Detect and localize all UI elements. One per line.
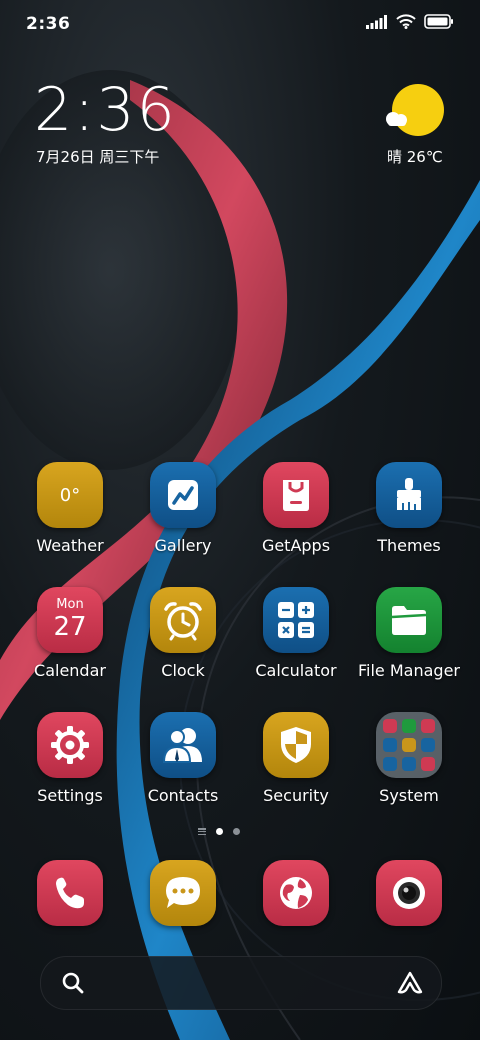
app-clock[interactable]: Clock xyxy=(128,587,238,680)
gear-icon xyxy=(37,712,103,778)
app-label: System xyxy=(379,786,439,805)
app-themes[interactable]: Themes xyxy=(354,462,464,555)
clock-widget-time[interactable]: 2:36 xyxy=(34,78,177,142)
dock-camera[interactable] xyxy=(354,860,464,926)
app-label: Security xyxy=(263,786,329,805)
wifi-icon xyxy=(396,14,416,29)
app-label: Weather xyxy=(36,536,104,555)
app-label: Calendar xyxy=(34,661,106,680)
mini-app-icon xyxy=(402,738,416,752)
mini-app-icon xyxy=(402,719,416,733)
app-security[interactable]: Security xyxy=(241,712,351,805)
signal-icon xyxy=(366,14,387,29)
app-label: Calculator xyxy=(255,661,337,680)
system-folder-icon xyxy=(376,712,442,778)
app-label: Gallery xyxy=(154,536,212,555)
page-dot-active xyxy=(216,828,223,835)
calculator-icon xyxy=(263,587,329,653)
page-indicator[interactable] xyxy=(198,828,240,835)
folder-preview-grid xyxy=(383,719,435,771)
folder-icon xyxy=(376,587,442,653)
weather-widget[interactable]: 晴 26℃ xyxy=(384,84,448,174)
mini-app-icon xyxy=(383,738,397,752)
shield-icon xyxy=(263,712,329,778)
assistant-icon[interactable] xyxy=(397,971,423,995)
dock-messages[interactable] xyxy=(128,860,238,926)
calendar-day-name: Mon xyxy=(56,597,84,612)
calendar-day-number: 27 xyxy=(53,612,87,642)
message-icon xyxy=(150,860,216,926)
weather-temp-text: 0° xyxy=(59,484,81,506)
search-bar[interactable] xyxy=(40,956,442,1010)
app-calculator[interactable]: Calculator xyxy=(241,587,351,680)
status-icons xyxy=(366,14,454,29)
status-bar: 2:36 xyxy=(0,0,480,50)
dock-phone[interactable] xyxy=(15,860,125,926)
contacts-icon xyxy=(150,712,216,778)
search-icon xyxy=(62,972,84,994)
app-drawer-indicator-icon xyxy=(198,828,206,835)
status-time: 2:36 xyxy=(26,14,71,34)
app-settings[interactable]: Settings xyxy=(15,712,125,805)
mini-app-icon xyxy=(421,738,435,752)
dock-browser[interactable] xyxy=(241,860,351,926)
cloud-icon xyxy=(386,112,407,126)
app-calendar[interactable]: Mon 27 Calendar xyxy=(15,587,125,680)
app-label: Clock xyxy=(161,661,205,680)
battery-icon xyxy=(424,14,453,29)
camera-icon xyxy=(376,860,442,926)
app-label: File Manager xyxy=(358,661,460,680)
weather-icon: 0° xyxy=(37,462,103,528)
app-contacts[interactable]: Contacts xyxy=(128,712,238,805)
alarm-clock-icon xyxy=(150,587,216,653)
app-gallery[interactable]: Gallery xyxy=(128,462,238,555)
mini-app-icon xyxy=(402,757,416,771)
calendar-icon: Mon 27 xyxy=(37,587,103,653)
phone-icon xyxy=(37,860,103,926)
home-screen: 2:36 2:36 7月26日 周三下午 晴 26℃ 0° Weather Ga… xyxy=(0,0,480,1040)
clock-widget-date: 7月26日 周三下午 xyxy=(36,148,160,166)
shopping-bag-icon xyxy=(263,462,329,528)
gallery-icon xyxy=(150,462,216,528)
globe-icon xyxy=(263,860,329,926)
app-label: GetApps xyxy=(261,536,331,555)
brush-icon xyxy=(376,462,442,528)
mini-app-icon xyxy=(383,719,397,733)
mini-app-icon xyxy=(421,719,435,733)
app-weather[interactable]: 0° Weather xyxy=(15,462,125,555)
app-label: Settings xyxy=(37,786,103,805)
page-dot xyxy=(233,828,240,835)
app-label: Themes xyxy=(377,536,441,555)
app-getapps[interactable]: GetApps xyxy=(241,462,351,555)
mini-app-icon xyxy=(383,757,397,771)
weather-widget-text: 晴 26℃ xyxy=(387,148,443,166)
app-label: Contacts xyxy=(147,786,219,805)
app-file-manager[interactable]: File Manager xyxy=(354,587,464,680)
app-system-folder[interactable]: System xyxy=(354,712,464,805)
mini-app-icon xyxy=(421,757,435,771)
